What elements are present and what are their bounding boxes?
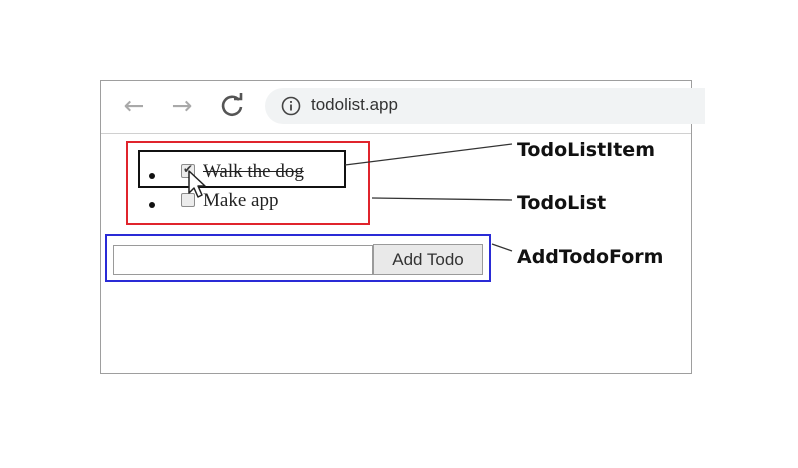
todo-list-label: TodoList xyxy=(517,192,607,214)
todo-list-item-label: TodoListItem xyxy=(517,139,655,161)
add-todo-form-callout-line xyxy=(491,243,513,252)
todo-list-item-callout-line xyxy=(344,143,513,166)
todo-list-callout-line xyxy=(371,197,513,201)
add-todo-form-label: AddTodoForm xyxy=(517,246,664,268)
callout-lines xyxy=(344,143,513,252)
